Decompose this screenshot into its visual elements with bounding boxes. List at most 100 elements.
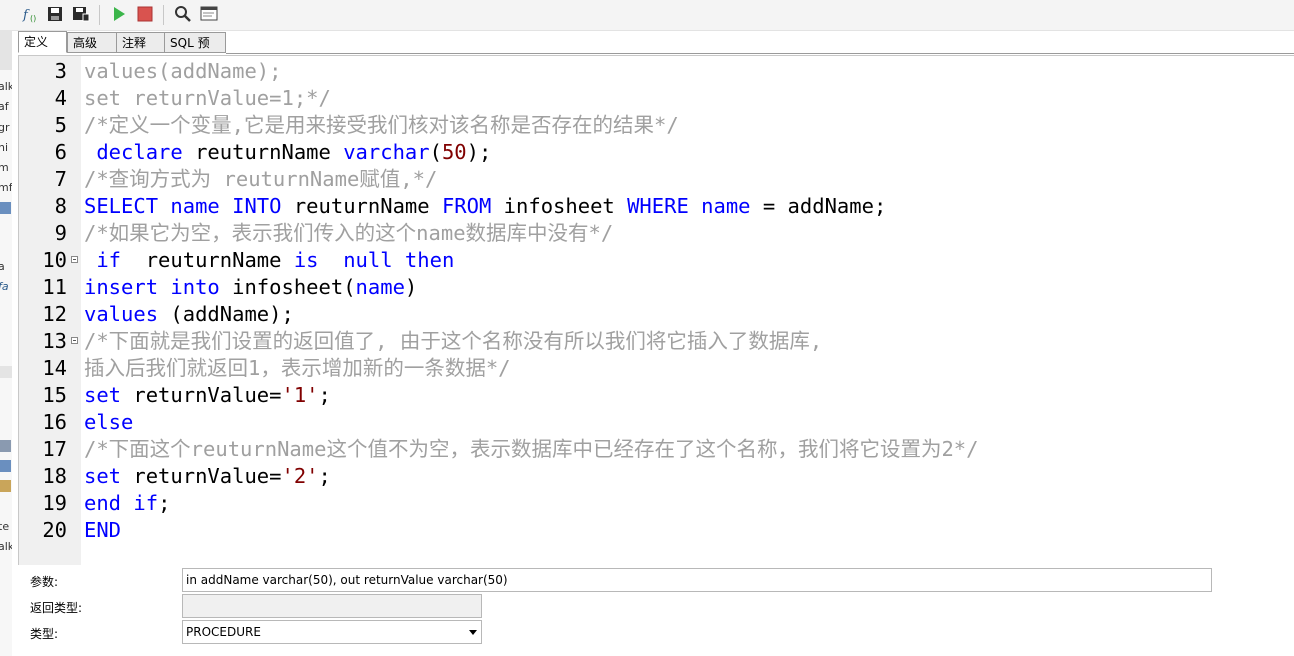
code-token: (addName); xyxy=(158,302,294,326)
code-token: = addName; xyxy=(750,194,887,218)
code-text: /*定义一个变量,它是用来接受我们核对该名称是否存在的结果*/ xyxy=(84,112,679,139)
code-token: '1' xyxy=(281,383,319,407)
code-token: reuturnName xyxy=(121,248,294,272)
code-token: declare xyxy=(96,140,183,164)
chevron-down-icon[interactable] xyxy=(469,630,477,635)
code-text: values (addName); xyxy=(84,301,294,328)
code-line[interactable]: 4 set returnValue=1;*/ xyxy=(19,85,1289,112)
code-text: /*查询方式为 reuturnName赋值,*/ xyxy=(84,166,437,193)
line-number: 13 xyxy=(42,329,67,353)
type-select[interactable]: PROCEDURE xyxy=(182,620,482,644)
tab-advanced[interactable]: 高级 xyxy=(67,32,117,53)
side-panel-fragment: te xyxy=(0,520,10,533)
code-token: set returnValue=1;*/ xyxy=(84,86,331,110)
fold-toggle-icon[interactable] xyxy=(71,337,78,344)
code-token: /*如果它为空，表示我们传入的这个name数据库中没有*/ xyxy=(84,221,614,245)
line-number: 7 xyxy=(54,167,67,191)
save-icon[interactable] xyxy=(46,5,64,23)
code-token: infosheet( xyxy=(219,275,356,299)
code-line[interactable]: 18 set returnValue='2'; xyxy=(19,463,1289,490)
side-panel-fragment: alk xyxy=(0,540,12,553)
code-line[interactable]: 7 /*查询方式为 reuturnName赋值,*/ xyxy=(19,166,1289,193)
side-panel-fragment: a xyxy=(0,260,5,273)
fold-toggle-icon[interactable] xyxy=(71,256,78,263)
line-number: 12 xyxy=(42,302,67,326)
tab-sql-preview[interactable]: SQL 预览 xyxy=(164,32,226,70)
tab-comment[interactable]: 注释 xyxy=(116,32,165,53)
find-icon[interactable] xyxy=(174,5,192,23)
code-token: FROM xyxy=(441,194,492,218)
toolbar-separator xyxy=(99,5,100,25)
code-editor[interactable]: 3 values(addName); 4 set returnValue=1;*/ 5 /… xyxy=(18,55,1294,566)
code-line[interactable]: 15 set returnValue='1'; xyxy=(19,382,1289,409)
code-token: then xyxy=(404,248,455,272)
toolbar: f () xyxy=(0,0,1294,31)
code-token: /*定义一个变量,它是用来接受我们核对该名称是否存在的结果*/ xyxy=(84,113,679,137)
code-line[interactable]: 13 /*下面就是我们设置的返回值了, 由于这个名称没有所以我们将它插入了数据库, xyxy=(19,328,1289,355)
code-line[interactable]: 5 /*定义一个变量,它是用来接受我们核对该名称是否存在的结果*/ xyxy=(19,112,1289,139)
code-text: set returnValue=1;*/ xyxy=(84,85,331,112)
properties-panel: 参数: in addName varchar(50), out returnVa… xyxy=(18,565,1294,656)
save-as-icon[interactable] xyxy=(72,5,90,23)
code-line[interactable]: 11 insert into infosheet(name) xyxy=(19,274,1289,301)
code-text: end if; xyxy=(84,490,170,517)
side-panel-fragment: fa xyxy=(0,280,9,293)
table-icon xyxy=(0,440,11,452)
code-text: /*如果它为空，表示我们传入的这个name数据库中没有*/ xyxy=(84,220,613,247)
params-label: 参数: xyxy=(30,575,59,589)
line-number: 16 xyxy=(42,410,67,434)
code-token: /*下面就是我们设置的返回值了, 由于这个名称没有所以我们将它插入了数据库, xyxy=(84,329,823,353)
code-line[interactable]: 8 SELECT name INTO reuturnName FROM infos… xyxy=(19,193,1289,220)
code-token: is xyxy=(293,248,319,272)
params-input[interactable]: in addName varchar(50), out returnValue … xyxy=(182,568,1212,592)
code-line[interactable]: 19 end if; xyxy=(19,490,1289,517)
line-number: 9 xyxy=(54,221,67,245)
function-icon[interactable]: f () xyxy=(22,5,40,23)
code-token: ; xyxy=(158,491,171,515)
code-line[interactable]: 3 values(addName); xyxy=(19,58,1289,85)
code-token: ) xyxy=(404,275,418,299)
side-panel-fragment: alk xyxy=(0,80,12,93)
code-token: name xyxy=(170,194,220,218)
code-text: if reuturnName is null then xyxy=(84,247,454,274)
code-token: end xyxy=(84,491,122,515)
line-number: 3 xyxy=(54,59,67,83)
code-token: /*查询方式为 reuturnName赋值,*/ xyxy=(84,167,438,191)
side-panel-fragment: m xyxy=(0,161,9,174)
code-text: set returnValue='2'; xyxy=(84,463,331,490)
line-number: 14 xyxy=(42,356,67,380)
code-token: values xyxy=(84,302,159,326)
code-line[interactable]: 16 else xyxy=(19,409,1289,436)
code-line[interactable]: 6 declare reuturnName varchar(50); xyxy=(19,139,1289,166)
run-icon[interactable] xyxy=(110,5,128,23)
stop-icon[interactable] xyxy=(136,5,154,23)
code-line[interactable]: 20 END xyxy=(19,517,1289,544)
code-token: else xyxy=(84,410,134,434)
line-number: 20 xyxy=(42,518,67,542)
preview-icon[interactable] xyxy=(200,5,218,23)
code-token: SELECT xyxy=(84,194,159,218)
code-token: if xyxy=(133,491,159,515)
code-token: set xyxy=(84,383,122,407)
code-line[interactable]: 17 /*下面这个reuturnName这个值不为空，表示数据库中已经存在了这个名… xyxy=(19,436,1289,463)
return-type-input[interactable] xyxy=(182,594,482,618)
code-line[interactable]: 14 插入后我们就返回1，表示增加新的一条数据*/ xyxy=(19,355,1289,382)
code-line[interactable]: 9 /*如果它为空，表示我们传入的这个name数据库中没有*/ xyxy=(19,220,1289,247)
code-token: name xyxy=(701,194,751,218)
code-line[interactable]: 10 if reuturnName is null then xyxy=(19,247,1289,274)
code-line[interactable]: 12 values (addName); xyxy=(19,301,1289,328)
table-icon xyxy=(0,460,11,472)
side-panel-fragment: af xyxy=(0,100,9,113)
code-token: values(addName); xyxy=(84,59,282,83)
line-number: 17 xyxy=(42,437,67,461)
code-token: into xyxy=(170,275,220,299)
code-token: insert xyxy=(84,275,159,299)
tab-definition[interactable]: 定义 xyxy=(18,31,67,53)
table-icon xyxy=(0,480,11,492)
code-token: 50 xyxy=(441,140,467,164)
